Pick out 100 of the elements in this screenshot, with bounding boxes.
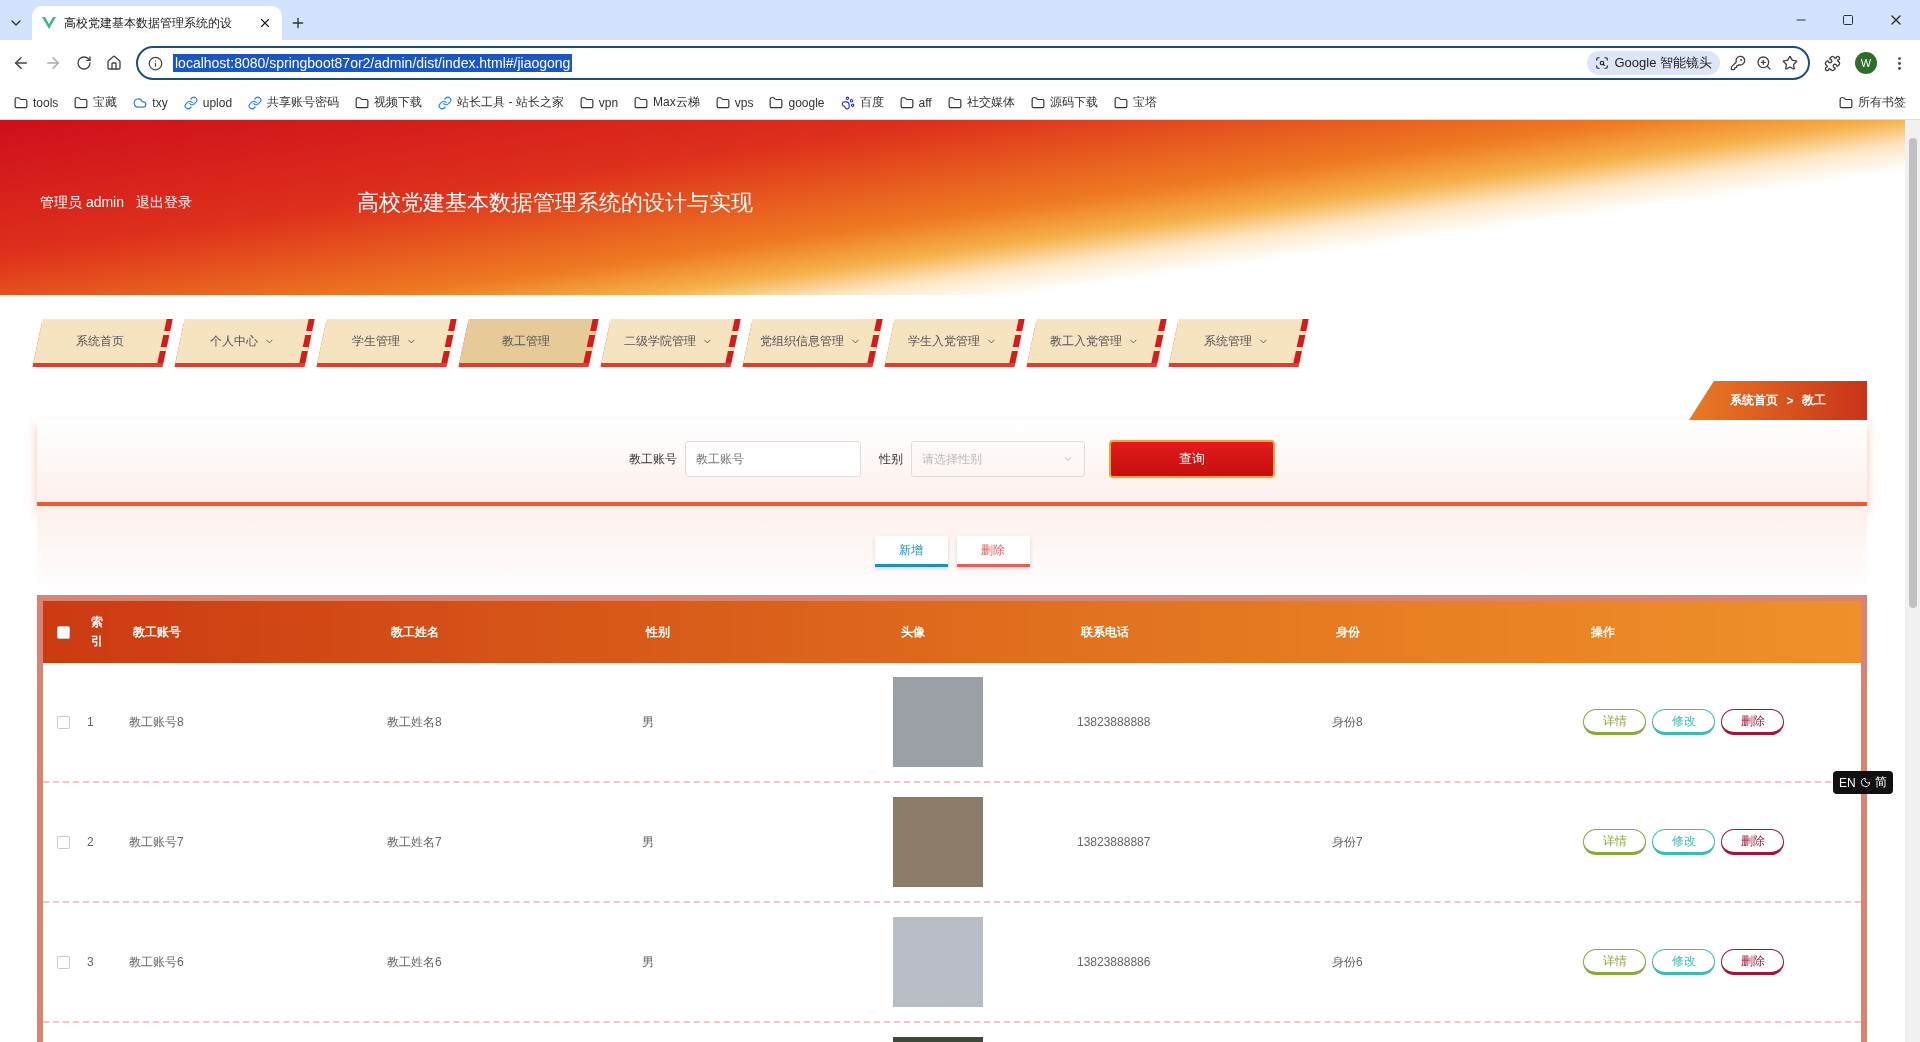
profile-avatar[interactable]: W: [1855, 52, 1877, 74]
bookmark-item[interactable]: tools: [14, 95, 59, 110]
bookmark-star-icon[interactable]: [1782, 55, 1798, 71]
ime-mode: 简: [1874, 774, 1887, 791]
paw-icon: [840, 95, 855, 110]
ime-indicator[interactable]: EN 简: [1833, 771, 1893, 794]
account-input[interactable]: 教工账号: [685, 441, 861, 477]
system-title: 高校党建基本数据管理系统的设计与实现: [357, 188, 754, 217]
row-checkbox[interactable]: [57, 955, 70, 969]
moon-icon: [1859, 777, 1871, 788]
table-cell-text: 身份8: [1331, 713, 1364, 731]
reload-icon[interactable]: [76, 55, 92, 71]
delete-button[interactable]: 删除: [1721, 949, 1784, 975]
url-text: localhost:8080/springboot87or2/admin/dist/index.html#/jiaogong: [173, 54, 573, 72]
table-cell-text: 3: [86, 955, 95, 969]
folder-icon: [899, 95, 914, 110]
table-cell-text: 2: [86, 835, 95, 849]
table-cell-text: 教工账号7: [128, 833, 185, 851]
column-header: 索引: [91, 613, 103, 650]
bookmark-item[interactable]: 百度: [840, 94, 884, 111]
bookmark-item[interactable]: 宝藏: [74, 94, 118, 111]
table-cell-text: 教工姓名6: [386, 953, 443, 971]
table-cell-text: 身份7: [1331, 833, 1364, 851]
table-cell-text: 1: [86, 715, 95, 729]
logout-link[interactable]: 退出登录: [136, 193, 193, 212]
scrollbar[interactable]: [1905, 120, 1920, 1042]
column-header: 联系电话: [1079, 623, 1130, 641]
all-bookmarks[interactable]: 所有书签: [1839, 94, 1906, 111]
field-label: 教工账号: [629, 450, 677, 468]
bookmark-item[interactable]: txy: [133, 95, 168, 110]
table-cell-text: 男: [641, 833, 655, 851]
table-cell-text: 教工账号8: [128, 713, 185, 731]
bookmark-item[interactable]: 站长工具 - 站长之家: [438, 94, 564, 111]
user-label: 管理员 admin: [40, 193, 125, 212]
zoom-icon[interactable]: [1756, 55, 1772, 71]
cloud-icon: [133, 95, 148, 110]
table-cell-text: 教工姓名7: [386, 833, 443, 851]
table-cell-text: 13823888887: [1076, 835, 1152, 849]
breadcrumb-separator: >: [1786, 393, 1794, 408]
folder-icon: [769, 95, 784, 110]
column-header: 教工姓名: [390, 623, 440, 641]
new-tab-icon[interactable]: [290, 15, 306, 31]
delete-button[interactable]: 删除: [1721, 829, 1784, 855]
restore-icon[interactable]: [1842, 14, 1854, 26]
folder-icon: [947, 95, 962, 110]
close-tab-icon[interactable]: [258, 16, 272, 30]
bookmark-item[interactable]: google: [769, 95, 825, 110]
add-button[interactable]: 新增: [874, 536, 948, 567]
folder-icon: [579, 95, 594, 110]
breadcrumb-item: 教工: [1801, 392, 1826, 409]
folder-icon: [355, 95, 370, 110]
extensions-icon[interactable]: [1824, 54, 1841, 72]
table-cell-text: 身份6: [1331, 953, 1364, 971]
folder-icon: [715, 95, 730, 110]
table-cell-text: 男: [641, 953, 655, 971]
browser-tab[interactable]: 高校党建基本数据管理系统的设: [32, 6, 282, 40]
key-icon[interactable]: [1730, 55, 1746, 71]
link-icon: [438, 95, 453, 110]
bookmark-item[interactable]: uplod: [183, 95, 233, 110]
lens-icon: [1595, 56, 1610, 70]
bookmark-item[interactable]: 宝塔: [1113, 94, 1157, 111]
column-header: 教工账号: [132, 623, 182, 641]
table-cell-text: 教工姓名8: [386, 713, 443, 731]
table-cell-text: 教工账号6: [128, 953, 185, 971]
info-icon[interactable]: [148, 55, 163, 71]
row-checkbox[interactable]: [57, 715, 70, 729]
query-button[interactable]: 查询: [1109, 440, 1275, 478]
bookmark-item[interactable]: Max云梯: [634, 94, 700, 111]
bookmark-item[interactable]: vpn: [579, 95, 619, 110]
table-cell-text: 13823888888: [1076, 715, 1152, 729]
delete-button[interactable]: 删除: [1721, 709, 1784, 735]
folder-icon: [634, 95, 649, 110]
breadcrumb-item[interactable]: 系统首页: [1730, 392, 1779, 409]
bookmark-item[interactable]: 共享账号密码: [248, 94, 340, 111]
bookmark-item[interactable]: 视频下载: [355, 94, 423, 111]
address-bar[interactable]: localhost:8080/springboot87or2/admin/dist/index.html#/jiaogong Google 智能镜头: [136, 46, 1810, 80]
row-checkbox[interactable]: [57, 835, 70, 849]
bookmark-item[interactable]: 源码下载: [1030, 94, 1098, 111]
bookmark-item[interactable]: 社交媒体: [947, 94, 1015, 111]
column-header: 性别: [644, 623, 671, 641]
column-header: 身份: [1335, 623, 1361, 641]
folder-icon: [1113, 95, 1128, 110]
ime-mode: EN: [1839, 775, 1856, 790]
column-header: 操作: [1590, 623, 1616, 641]
folder-icon: [14, 95, 28, 110]
lens-chip[interactable]: Google 智能镜头: [1587, 51, 1720, 75]
link-icon: [248, 95, 263, 110]
folder-icon: [74, 95, 89, 110]
folder-icon: [1839, 95, 1853, 110]
table-cell-text: 13823888886: [1076, 955, 1152, 969]
home-icon[interactable]: [106, 55, 122, 71]
select-all-checkbox[interactable]: [57, 625, 70, 639]
field-label: 性别: [879, 450, 903, 468]
bookmark-item[interactable]: aff: [899, 95, 932, 110]
vue-logo-icon: [42, 17, 56, 29]
table-cell-text: 男: [641, 713, 655, 731]
tab-title: 高校党建基本数据管理系统的设: [64, 14, 233, 32]
back-icon[interactable]: [12, 54, 30, 72]
delete-button[interactable]: 删除: [956, 536, 1030, 567]
bookmark-item[interactable]: vps: [715, 95, 754, 110]
